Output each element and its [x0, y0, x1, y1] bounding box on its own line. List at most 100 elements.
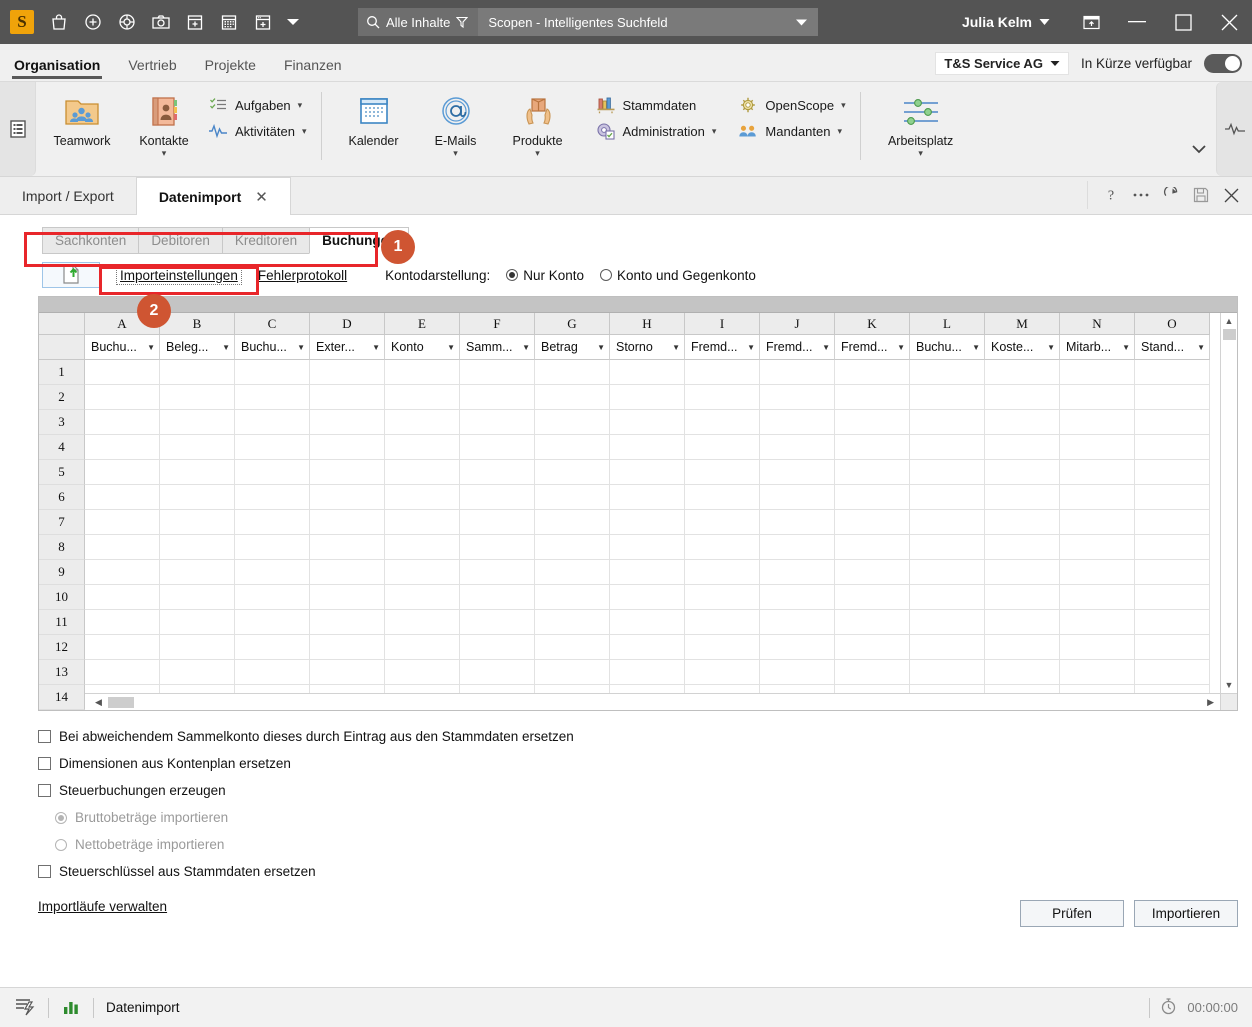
grid-cell[interactable]: [160, 460, 235, 485]
grid-row-number[interactable]: 14: [39, 685, 85, 710]
grid-cell[interactable]: [460, 535, 535, 560]
grid-cell[interactable]: [910, 385, 985, 410]
minimize-button[interactable]: [1114, 0, 1160, 44]
grid-cell[interactable]: [835, 410, 910, 435]
grid-column-header[interactable]: Fremd... ▼: [760, 335, 835, 360]
grid-cell[interactable]: [910, 610, 985, 635]
grid-cell[interactable]: [985, 435, 1060, 460]
grid-column-letter[interactable]: O: [1135, 313, 1210, 335]
grid-cell[interactable]: [385, 560, 460, 585]
grid-cell[interactable]: [1060, 635, 1135, 660]
grid-cell[interactable]: [535, 635, 610, 660]
grid-cell[interactable]: [385, 410, 460, 435]
vertical-scroll-thumb[interactable]: [1222, 329, 1236, 340]
grid-cell[interactable]: [310, 485, 385, 510]
table-row[interactable]: [85, 485, 1237, 510]
chevron-down-icon[interactable]: ▼: [747, 343, 755, 352]
grid-cell[interactable]: [535, 560, 610, 585]
grid-cell[interactable]: [160, 610, 235, 635]
grid-cell[interactable]: [160, 485, 235, 510]
grid-cell[interactable]: [610, 635, 685, 660]
chevron-down-icon[interactable]: ▼: [372, 343, 380, 352]
chevron-down-icon[interactable]: ▾: [837, 126, 842, 137]
chart-bars-icon[interactable]: [61, 996, 81, 1019]
chevron-down-icon[interactable]: ▼: [597, 343, 605, 352]
file-upload-button[interactable]: [42, 262, 100, 288]
ribbon-button-aktivitaeten[interactable]: Aktivitäten ▾: [208, 122, 307, 140]
chevron-down-icon[interactable]: ▾: [162, 149, 167, 158]
grid-cell[interactable]: [235, 660, 310, 685]
ribbon-button-stammdaten[interactable]: Stammdaten: [596, 96, 717, 114]
grid-cell[interactable]: [1060, 535, 1135, 560]
grid-cell[interactable]: [535, 535, 610, 560]
grid-cell[interactable]: [1135, 535, 1210, 560]
grid-column-header[interactable]: Konto ▼: [385, 335, 460, 360]
grid-cell[interactable]: [385, 660, 460, 685]
grid-cell[interactable]: [235, 510, 310, 535]
grid-cell[interactable]: [835, 360, 910, 385]
chevron-down-icon[interactable]: ▾: [535, 149, 540, 158]
user-menu[interactable]: Julia Kelm: [962, 14, 1050, 30]
grid-cell[interactable]: [535, 360, 610, 385]
chevron-down-icon[interactable]: ▼: [972, 343, 980, 352]
grid-horizontal-scrollbar[interactable]: ◀ ▶: [85, 693, 1220, 710]
grid-cell[interactable]: [910, 535, 985, 560]
grid-cell[interactable]: [760, 485, 835, 510]
chevron-down-icon[interactable]: ▼: [897, 343, 905, 352]
grid-cell[interactable]: [1135, 410, 1210, 435]
table-row[interactable]: [85, 660, 1237, 685]
grid-cell[interactable]: [1135, 385, 1210, 410]
grid-cell[interactable]: [85, 610, 160, 635]
grid-cell[interactable]: [985, 535, 1060, 560]
grid-cell[interactable]: [535, 585, 610, 610]
grid-column-letter[interactable]: H: [610, 313, 685, 335]
grid-cell[interactable]: [385, 585, 460, 610]
grid-cell[interactable]: [160, 510, 235, 535]
import-settings-link[interactable]: Importeinstellungen: [116, 265, 242, 285]
grid-cell[interactable]: [310, 460, 385, 485]
grid-cell[interactable]: [1060, 610, 1135, 635]
chevron-down-icon[interactable]: ▼: [522, 343, 530, 352]
grid-row-number[interactable]: 3: [39, 410, 85, 435]
grid-column-header[interactable]: Samm... ▼: [460, 335, 535, 360]
grid-cell[interactable]: [160, 410, 235, 435]
grid-cell[interactable]: [685, 460, 760, 485]
grid-column-header[interactable]: Fremd... ▼: [835, 335, 910, 360]
grid-cell[interactable]: [985, 635, 1060, 660]
grid-cell[interactable]: [235, 610, 310, 635]
grid-column-letter[interactable]: M: [985, 313, 1060, 335]
grid-cell[interactable]: [985, 585, 1060, 610]
chevron-down-icon[interactable]: [280, 5, 306, 39]
grid-cell[interactable]: [235, 410, 310, 435]
grid-cell[interactable]: [985, 360, 1060, 385]
grid-cell[interactable]: [760, 610, 835, 635]
grid-cell[interactable]: [85, 585, 160, 610]
grid-column-letter[interactable]: D: [310, 313, 385, 335]
grid-cell[interactable]: [160, 435, 235, 460]
chevron-down-icon[interactable]: ▾: [712, 126, 717, 137]
grid-cell[interactable]: [835, 510, 910, 535]
shopping-bag-icon[interactable]: [42, 5, 76, 39]
maximize-button[interactable]: [1160, 0, 1206, 44]
horizontal-scroll-thumb[interactable]: [107, 696, 134, 708]
grid-column-header[interactable]: Fremd... ▼: [685, 335, 760, 360]
pruefen-button[interactable]: Prüfen: [1020, 900, 1124, 927]
chevron-down-icon[interactable]: ▾: [298, 100, 303, 111]
grid-cell[interactable]: [910, 585, 985, 610]
grid-cell[interactable]: [760, 535, 835, 560]
grid-cell[interactable]: [385, 635, 460, 660]
grid-cell[interactable]: [760, 660, 835, 685]
grid-cell[interactable]: [460, 635, 535, 660]
grid-cell[interactable]: [85, 360, 160, 385]
grid-cell[interactable]: [310, 435, 385, 460]
sub-tab-kreditoren[interactable]: Kreditoren: [221, 227, 311, 254]
grid-cell[interactable]: [460, 660, 535, 685]
option-checkbox[interactable]: Dimensionen aus Kontenplan ersetzen: [38, 750, 1252, 777]
grid-cell[interactable]: [835, 460, 910, 485]
grid-row-number[interactable]: 7: [39, 510, 85, 535]
grid-cell[interactable]: [85, 635, 160, 660]
plus-circle-icon[interactable]: [76, 5, 110, 39]
grid-cell[interactable]: [535, 660, 610, 685]
grid-cell[interactable]: [610, 535, 685, 560]
grid-cell[interactable]: [460, 610, 535, 635]
